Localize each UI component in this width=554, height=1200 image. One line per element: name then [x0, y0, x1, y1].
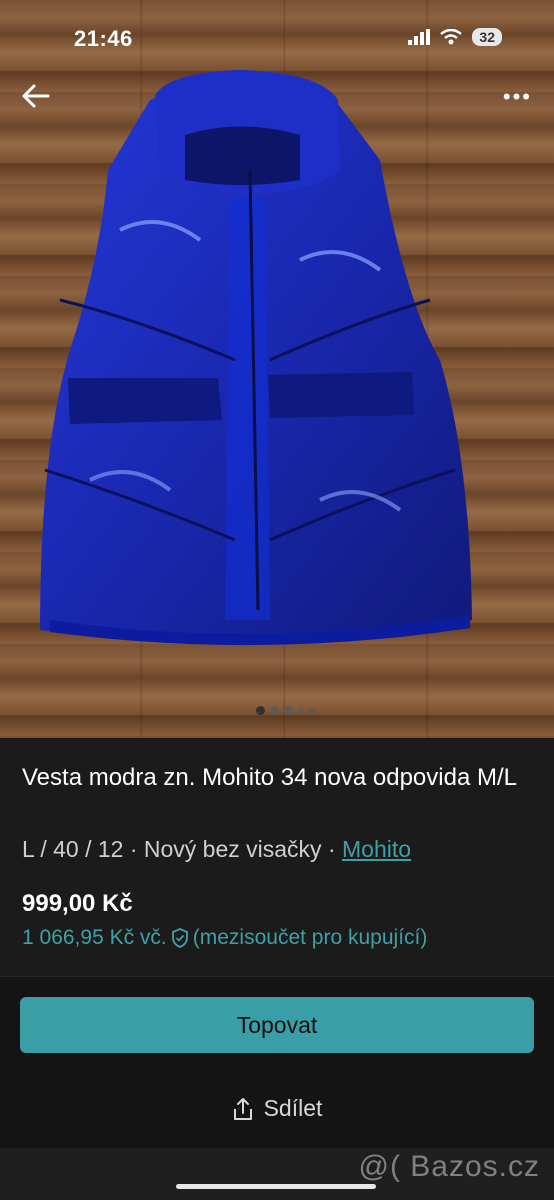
battery-icon: 32: [472, 28, 502, 46]
vest-image: [40, 70, 472, 646]
pagination-dot[interactable]: [284, 706, 293, 715]
wifi-icon: [440, 29, 463, 45]
buyer-price: 1 066,95 Kč vč. (mezisoučet pro kupující…: [22, 926, 427, 950]
pagination-dot[interactable]: [309, 707, 315, 714]
more-dots-icon[interactable]: •••: [503, 84, 532, 110]
home-indicator[interactable]: [176, 1184, 376, 1189]
status-time: 21:46: [74, 26, 133, 51]
watermark: @( Bazos.cz: [358, 1150, 540, 1183]
share-button[interactable]: Sdílet: [0, 1095, 554, 1122]
pagination-dot[interactable]: [256, 706, 265, 715]
shield-check-icon: [171, 928, 188, 948]
share-label: Sdílet: [263, 1095, 323, 1121]
topovat-button[interactable]: Topovat: [20, 997, 534, 1053]
buyer-price-note: (mezisoučet pro kupující): [192, 926, 428, 949]
listing-price: 999,00 Kč: [22, 890, 133, 917]
listing-title: Vesta modra zn. Mohito 34 nova odpovida …: [22, 764, 517, 791]
status-icons: 32: [408, 28, 502, 46]
pagination-dot[interactable]: [270, 706, 279, 715]
share-icon: [233, 1097, 252, 1120]
pagination-dot[interactable]: [298, 707, 304, 714]
listing-attributes: L / 40 / 12 · Nový bez visačky · Mohito: [22, 836, 411, 863]
arrow-left-icon[interactable]: [20, 82, 52, 110]
action-panel: Topovat Sdílet: [0, 976, 554, 1149]
status-bar: 21:46 32: [0, 0, 554, 74]
product-photo[interactable]: [0, 0, 554, 738]
gallery-pagination: [256, 706, 315, 715]
buyer-price-value: 1 066,95 Kč vč.: [22, 926, 167, 949]
brand-link[interactable]: Mohito: [342, 836, 411, 862]
signal-icon: [408, 29, 431, 45]
listing-attributes-text: L / 40 / 12 · Nový bez visačky ·: [22, 836, 342, 862]
listing-info: Vesta modra zn. Mohito 34 nova odpovida …: [0, 738, 554, 976]
